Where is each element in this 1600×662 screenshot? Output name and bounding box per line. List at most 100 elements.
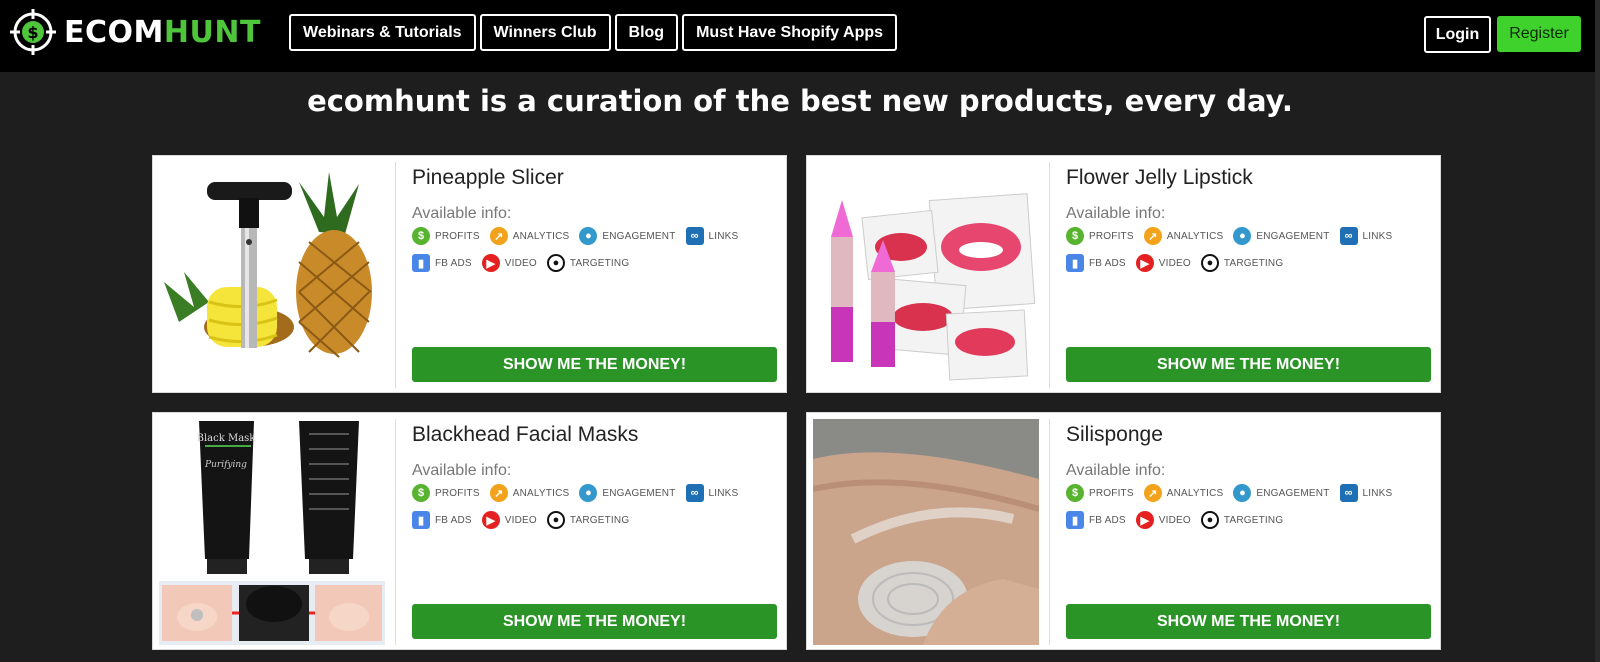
play-icon: ▶	[481, 254, 500, 272]
svg-text:$: $	[27, 23, 38, 42]
available-info-label: Available info:	[1066, 462, 1166, 479]
feature-links: ∞ LINKS	[685, 484, 739, 502]
feature-fb-ads: ▮ FB ADS	[1066, 254, 1126, 272]
feature-analytics: ↗ ANALYTICS	[1143, 227, 1224, 245]
product-card[interactable]: Pineapple Slicer Available info: $ PROFIT…	[152, 155, 787, 393]
link-icon: ∞	[1339, 484, 1358, 502]
user-icon: ●	[1233, 484, 1252, 502]
feature-targeting: ● TARGETING	[1200, 511, 1283, 529]
play-icon: ▶	[481, 511, 500, 529]
crosshair-dollar-icon: $	[10, 9, 56, 55]
feature-video: ▶ VIDEO	[481, 254, 537, 272]
card-divider	[395, 162, 396, 388]
product-image-pineapple-slicer[interactable]	[159, 162, 385, 388]
feature-fb-ads: ▮ FB ADS	[1066, 511, 1126, 529]
mask-tube-label: Black Mask	[197, 433, 257, 444]
product-image-blackhead-facial-masks[interactable]: Black Mask Purifying	[159, 419, 385, 645]
analytics-icon: ↗	[489, 484, 508, 502]
card-divider	[1049, 419, 1050, 645]
feature-profits: $ PROFITS	[1066, 484, 1134, 502]
show-me-the-money-button[interactable]: SHOW ME THE MONEY!	[1066, 347, 1431, 382]
target-icon: ●	[546, 511, 565, 529]
main-nav: Webinars & Tutorials Winners Club Blog M…	[289, 14, 898, 51]
feature-row: $ PROFITS ↗ ANALYTICS ● ENGAGEMENT ∞ LINKS	[412, 227, 748, 245]
feature-row: ▮ FB ADS ▶ VIDEO ● TARGETING	[1066, 511, 1293, 529]
target-icon: ●	[1200, 511, 1219, 529]
feature-engagement: ● ENGAGEMENT	[1233, 484, 1329, 502]
feature-links: ∞ LINKS	[1339, 227, 1393, 245]
feature-video: ▶ VIDEO	[481, 511, 537, 529]
feature-profits: $ PROFITS	[412, 227, 480, 245]
product-image-flower-jelly-lipstick[interactable]	[813, 162, 1039, 388]
show-me-the-money-button[interactable]: SHOW ME THE MONEY!	[412, 604, 777, 639]
nav-winners-club[interactable]: Winners Club	[479, 14, 611, 51]
product-title[interactable]: Pineapple Slicer	[412, 166, 564, 190]
nav-webinars-tutorials[interactable]: Webinars & Tutorials	[289, 14, 476, 51]
user-icon: ●	[1233, 227, 1252, 245]
dollar-icon: $	[1066, 227, 1084, 245]
user-icon: ●	[579, 484, 598, 502]
feature-fb-ads: ▮ FB ADS	[412, 254, 472, 272]
analytics-icon: ↗	[1143, 227, 1162, 245]
feature-targeting: ● TARGETING	[1200, 254, 1283, 272]
product-title[interactable]: Blackhead Facial Masks	[412, 423, 638, 447]
feature-engagement: ● ENGAGEMENT	[1233, 227, 1329, 245]
feature-links: ∞ LINKS	[685, 227, 739, 245]
feature-analytics: ↗ ANALYTICS	[1143, 484, 1224, 502]
feature-targeting: ● TARGETING	[546, 254, 629, 272]
svg-text:Purifying: Purifying	[204, 460, 247, 470]
show-me-the-money-button[interactable]: SHOW ME THE MONEY!	[1066, 604, 1431, 639]
feature-row: ▮ FB ADS ▶ VIDEO ● TARGETING	[412, 511, 639, 529]
feature-analytics: ↗ ANALYTICS	[489, 227, 570, 245]
top-navbar: $ ECOMHUNT Webinars & Tutorials Winners …	[0, 0, 1600, 72]
bar-chart-icon: ▮	[1066, 254, 1084, 272]
feature-video: ▶ VIDEO	[1135, 254, 1191, 272]
link-icon: ∞	[1339, 227, 1358, 245]
link-icon: ∞	[685, 227, 704, 245]
available-info-label: Available info:	[412, 205, 512, 222]
feature-row: ▮ FB ADS ▶ VIDEO ● TARGETING	[412, 254, 639, 272]
nav-shopify-apps[interactable]: Must Have Shopify Apps	[682, 14, 898, 51]
dollar-icon: $	[412, 227, 430, 245]
product-card[interactable]: Black Mask Purifying Blackhead Facial Ma…	[152, 412, 787, 650]
feature-row: $ PROFITS ↗ ANALYTICS ● ENGAGEMENT ∞ LINKS	[1066, 484, 1402, 502]
nav-blog[interactable]: Blog	[614, 14, 679, 51]
feature-engagement: ● ENGAGEMENT	[579, 227, 675, 245]
play-icon: ▶	[1135, 511, 1154, 529]
feature-analytics: ↗ ANALYTICS	[489, 484, 570, 502]
card-divider	[395, 419, 396, 645]
play-icon: ▶	[1135, 254, 1154, 272]
card-divider	[1049, 162, 1050, 388]
product-title[interactable]: Silisponge	[1066, 423, 1163, 447]
feature-targeting: ● TARGETING	[546, 511, 629, 529]
bar-chart-icon: ▮	[412, 254, 430, 272]
show-me-the-money-button[interactable]: SHOW ME THE MONEY!	[412, 347, 777, 382]
dollar-icon: $	[1066, 484, 1084, 502]
page-tagline: ecomhunt is a curation of the best new p…	[307, 84, 1293, 118]
feature-profits: $ PROFITS	[412, 484, 480, 502]
target-icon: ●	[546, 254, 565, 272]
ecomhunt-logo[interactable]: $ ECOMHUNT	[8, 6, 261, 58]
login-button[interactable]: Login	[1424, 16, 1491, 53]
bar-chart-icon: ▮	[1066, 511, 1084, 529]
product-card[interactable]: Silisponge Available info: $ PROFITS ↗ ANA…	[806, 412, 1441, 650]
logo-text: ECOMHUNT	[64, 14, 261, 50]
target-icon: ●	[1200, 254, 1219, 272]
register-button[interactable]: Register	[1497, 16, 1581, 52]
link-icon: ∞	[685, 484, 704, 502]
feature-row: $ PROFITS ↗ ANALYTICS ● ENGAGEMENT ∞ LINKS	[1066, 227, 1402, 245]
feature-links: ∞ LINKS	[1339, 484, 1393, 502]
user-icon: ●	[579, 227, 598, 245]
feature-row: ▮ FB ADS ▶ VIDEO ● TARGETING	[1066, 254, 1293, 272]
feature-video: ▶ VIDEO	[1135, 511, 1191, 529]
product-card[interactable]: Flower Jelly Lipstick Available info: $ P…	[806, 155, 1441, 393]
feature-profits: $ PROFITS	[1066, 227, 1134, 245]
available-info-label: Available info:	[1066, 205, 1166, 222]
product-title[interactable]: Flower Jelly Lipstick	[1066, 166, 1253, 190]
product-image-silisponge[interactable]	[813, 419, 1039, 645]
dollar-icon: $	[412, 484, 430, 502]
feature-row: $ PROFITS ↗ ANALYTICS ● ENGAGEMENT ∞ LINKS	[412, 484, 748, 502]
analytics-icon: ↗	[489, 227, 508, 245]
available-info-label: Available info:	[412, 462, 512, 479]
analytics-icon: ↗	[1143, 484, 1162, 502]
